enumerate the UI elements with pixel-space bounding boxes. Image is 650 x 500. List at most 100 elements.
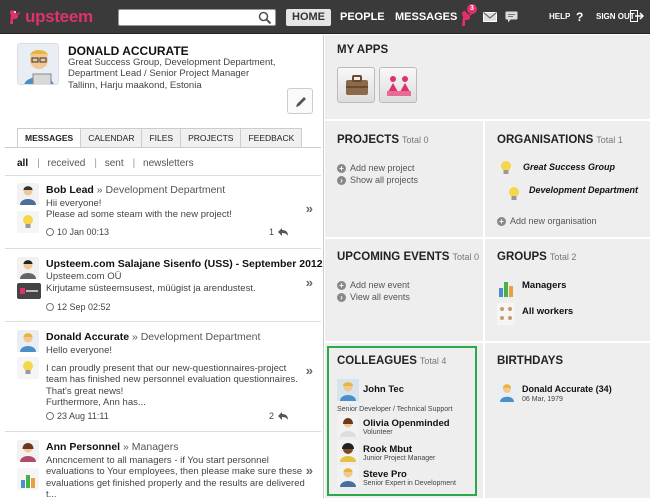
panel-divider [325, 119, 650, 121]
nav-messages[interactable]: MESSAGES [389, 9, 463, 26]
my-apps-title: MY APPS [337, 44, 389, 56]
group-item[interactable]: Managers [522, 280, 566, 291]
expand-chevron-icon[interactable]: » [306, 463, 313, 478]
message-time: 12 Sep 02:52 [57, 302, 111, 312]
edit-profile-button[interactable] [287, 88, 313, 114]
add-organisation-link[interactable]: + Add new organisation [497, 216, 597, 226]
organisation-item[interactable]: Great Success Group [523, 162, 615, 172]
nav-people[interactable]: PEOPLE [334, 9, 391, 26]
person-avatar-icon[interactable] [497, 382, 517, 402]
lightbulb-icon [509, 187, 519, 200]
mail-icon[interactable] [483, 12, 497, 22]
message-item[interactable]: Donald Accurate » Development Department… [5, 323, 321, 432]
message-author[interactable]: Ann Personnel [46, 441, 120, 453]
tab-projects[interactable]: PROJECTS [180, 128, 242, 147]
top-navigation-bar: upsteem HOME PEOPLE MESSAGES 3 HELP ? SI… [0, 0, 650, 34]
group-item[interactable]: All workers [522, 306, 573, 317]
plus-icon: + [337, 164, 346, 173]
nav-home[interactable]: HOME [286, 9, 331, 26]
plus-icon: + [337, 281, 346, 290]
tab-calendar[interactable]: CALENDAR [80, 128, 143, 147]
clock-icon [46, 228, 54, 236]
message-item[interactable]: Upsteem.com Salajane Sisenfo (USS) - Sep… [5, 250, 323, 322]
sign-out-link[interactable]: SIGN OUT [596, 12, 635, 21]
groups-title: GROUPS Total 2 [497, 251, 577, 263]
author-avatar[interactable] [17, 183, 39, 205]
message-group[interactable]: » Development Department [132, 331, 260, 343]
person-avatar-icon [17, 330, 39, 352]
company-logo-icon [17, 283, 41, 299]
search-icon[interactable] [258, 11, 272, 25]
person-avatar-icon [17, 257, 39, 279]
message-author[interactable]: Bob Lead [46, 184, 94, 196]
expand-chevron-icon[interactable]: » [306, 363, 313, 378]
message-time: 10 Jan 00:13 [57, 227, 110, 237]
lightbulb-icon [501, 161, 511, 174]
filter-sent[interactable]: sent [105, 158, 124, 169]
tab-files[interactable]: FILES [141, 128, 182, 147]
events-title: UPCOMING EVENTS Total 0 [337, 251, 479, 263]
show-projects-link[interactable]: › Show all projects [337, 175, 418, 185]
upsteem-logo[interactable]: upsteem [6, 6, 93, 28]
app-team-button[interactable] [379, 67, 417, 103]
notification-count-badge: 3 [467, 4, 477, 14]
reply-count: 1 [269, 227, 275, 237]
lightbulb-icon [17, 211, 39, 233]
lightbulb-icon [17, 357, 39, 379]
projects-total: Total 0 [402, 135, 429, 145]
panel-divider [483, 119, 485, 498]
birthdays-title: BIRTHDAYS [497, 355, 564, 367]
search-box[interactable] [118, 9, 276, 28]
filter-newsletters[interactable]: newsletters [143, 158, 194, 169]
profile-avatar[interactable] [17, 43, 59, 85]
add-event-link[interactable]: + Add new event [337, 280, 410, 290]
organisation-item[interactable]: Development Department [529, 185, 638, 195]
author-avatar[interactable] [17, 257, 39, 279]
author-avatar[interactable] [17, 440, 39, 462]
help-link[interactable]: HELP [549, 12, 570, 21]
birthday-name[interactable]: Donald Accurate (34) [522, 384, 612, 394]
filter-all[interactable]: all [17, 158, 28, 169]
organisations-title: ORGANISATIONS Total 1 [497, 134, 623, 146]
sign-out-icon[interactable] [630, 10, 644, 22]
organisations-total: Total 1 [596, 135, 623, 145]
panel-divider [325, 341, 650, 343]
message-item[interactable]: Bob Lead » Development Department Hii ev… [5, 176, 321, 249]
message-author[interactable]: Donald Accurate [46, 331, 129, 343]
message-group[interactable]: » Development Department [97, 184, 225, 196]
expand-chevron-icon[interactable]: » [306, 275, 313, 290]
app-briefcase-button[interactable] [337, 67, 375, 103]
reply-icon[interactable] [277, 227, 289, 237]
clock-icon [46, 412, 54, 420]
profile-location: Tallinn, Harju maakond, Estonia [68, 80, 202, 91]
search-input[interactable] [119, 12, 254, 28]
group-people-icon [497, 303, 515, 325]
colleagues-highlight-box [327, 346, 477, 496]
author-avatar[interactable] [17, 330, 39, 352]
message-item[interactable]: Ann Personnel » Managers Anncncement to … [5, 433, 321, 500]
person-avatar-icon [17, 440, 39, 462]
message-author[interactable]: Upsteem.com Salajane Sisenfo (USS) - Sep… [46, 258, 323, 270]
person-avatar-icon [18, 44, 58, 84]
message-body: Kirjutame süsteemsusest, müügist ja aren… [46, 283, 256, 294]
logo-text: upsteem [25, 7, 93, 26]
expand-chevron-icon[interactable]: » [306, 201, 313, 216]
chevron-circle-icon: › [337, 176, 346, 185]
events-total: Total 0 [452, 252, 479, 262]
tab-messages[interactable]: MESSAGES [17, 128, 82, 147]
logo-bird-icon [9, 10, 21, 24]
projects-title: PROJECTS Total 0 [337, 134, 429, 146]
view-events-link[interactable]: › View all events [337, 292, 410, 302]
chevron-circle-icon: › [337, 293, 346, 302]
message-group[interactable]: » Managers [123, 441, 178, 453]
message-subtitle: Hello everyone! [46, 345, 113, 356]
reply-icon[interactable] [277, 411, 289, 421]
message-body: Anncncement to all managers - if You sta… [46, 455, 305, 500]
filter-received[interactable]: received [48, 158, 86, 169]
chat-icon[interactable] [505, 11, 518, 23]
help-icon[interactable]: ? [576, 10, 583, 24]
birthday-date: 06 Mar, 1979 [522, 396, 563, 403]
tab-feedback[interactable]: FEEDBACK [240, 128, 303, 147]
add-project-link[interactable]: + Add new project [337, 163, 415, 173]
person-avatar-icon [17, 183, 39, 205]
